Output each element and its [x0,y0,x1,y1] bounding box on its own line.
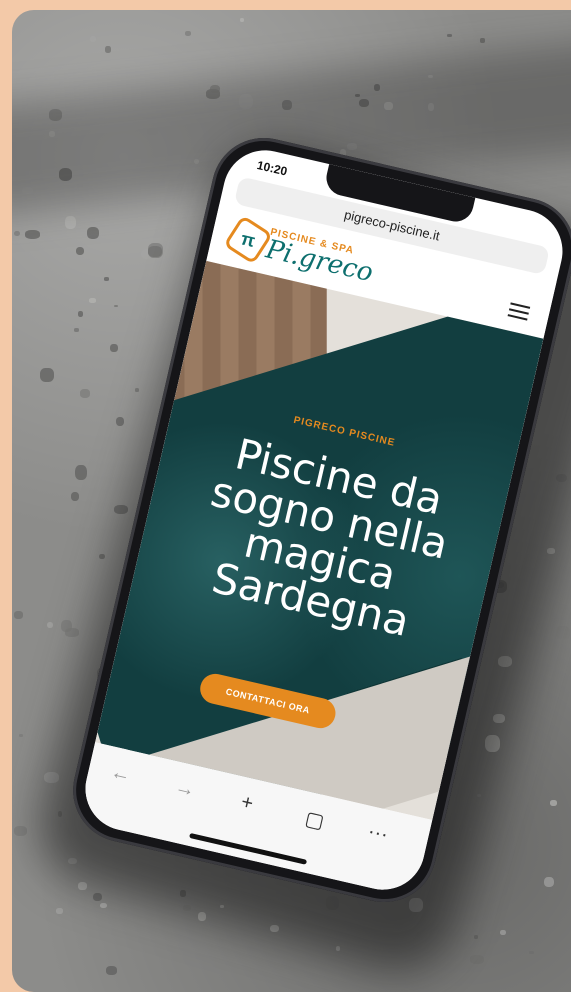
terrazzo-speck [77,311,84,317]
terrazzo-speck [55,908,64,915]
terrazzo-speck [13,826,28,836]
logo-symbol: π [239,228,258,252]
terrazzo-speck [556,626,571,640]
more-icon[interactable]: ··· [365,820,390,847]
terrazzo-speck [99,902,107,909]
terrazzo-speck [13,230,21,237]
terrazzo-speck [65,215,77,229]
terrazzo-speck [19,734,24,737]
terrazzo-speck [528,950,534,954]
terrazzo-speck [75,246,85,255]
terrazzo-speck [499,929,506,936]
terrazzo-speck [104,277,110,281]
terrazzo-speck [70,491,80,502]
terrazzo-speck [470,955,485,965]
terrazzo-speck [46,621,54,629]
terrazzo-speck [447,33,452,37]
new-tab-icon[interactable]: + [239,791,255,816]
forward-icon[interactable]: → [173,776,197,803]
terrazzo-speck [474,935,479,940]
terrazzo-speck [544,876,555,888]
terrazzo-speck [92,892,102,902]
terrazzo-speck [549,800,557,806]
terrazzo-speck [105,966,117,975]
terrazzo-speck [90,35,97,42]
terrazzo-speck [80,388,90,398]
terrazzo-speck [148,246,163,258]
terrazzo-speck [480,38,485,43]
tabs-icon[interactable]: ▢ [303,806,327,835]
terrazzo-speck [98,553,105,560]
terrazzo-speck [104,46,111,53]
back-icon[interactable]: ← [108,761,132,788]
terrazzo-speck [24,229,40,239]
background-photo: 10:20 ▮▮ 68 pigreco-piscine.it ⇪ π PISCI… [12,10,571,992]
terrazzo-speck [185,30,191,36]
terrazzo-speck [73,328,79,333]
terrazzo-speck [64,627,80,637]
status-time: 10:20 [255,158,289,179]
smartphone: 10:20 ▮▮ 68 pigreco-piscine.it ⇪ π PISCI… [62,127,571,913]
terrazzo-speck [86,227,99,240]
terrazzo-speck [75,465,88,480]
terrazzo-speck [40,367,55,382]
home-indicator [189,832,308,865]
terrazzo-speck [89,298,96,303]
terrazzo-speck [116,416,125,427]
terrazzo-speck [240,18,245,22]
hamburger-menu-icon[interactable] [507,299,531,325]
terrazzo-speck [14,611,23,619]
terrazzo-speck [114,304,119,308]
terrazzo-speck [134,388,140,392]
terrazzo-speck [110,343,118,353]
